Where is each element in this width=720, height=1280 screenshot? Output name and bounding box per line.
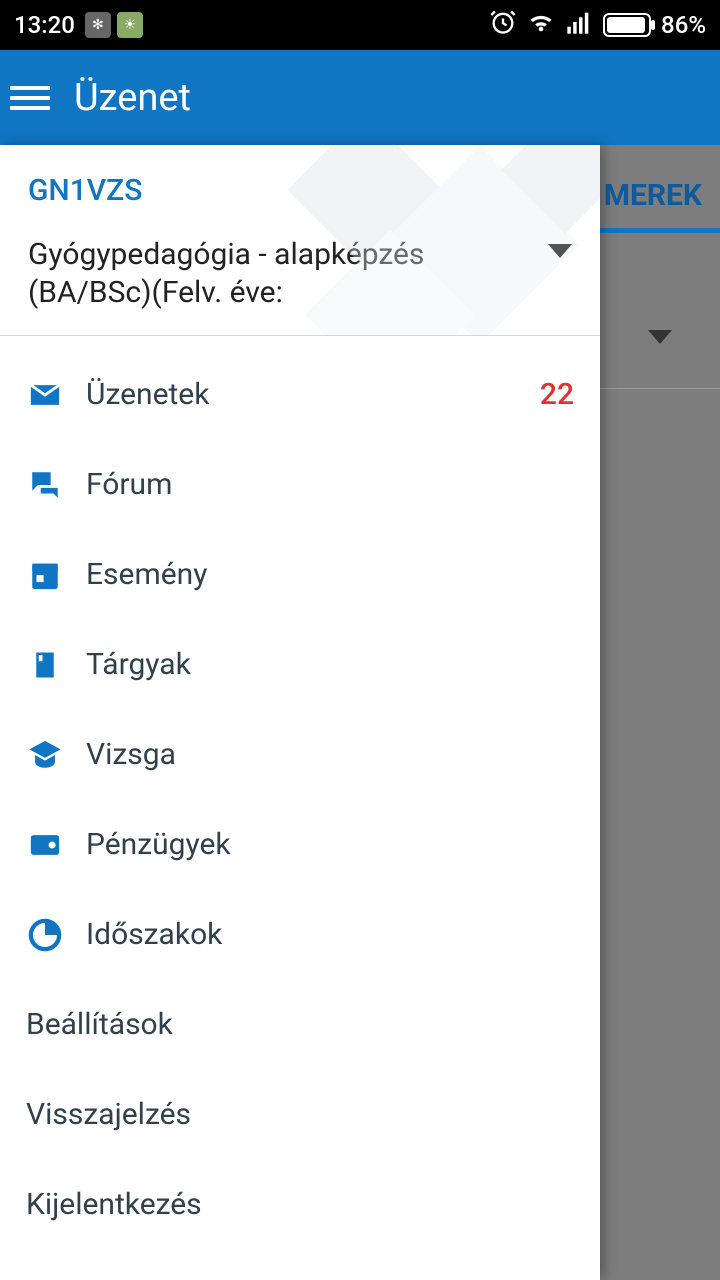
- app-bar: Üzenet: [0, 50, 720, 145]
- drawer-menu: Üzenetek 22 Fórum Esemény Tárgyak: [0, 336, 600, 980]
- background-dropdown-caret: [648, 330, 672, 344]
- graduation-icon: [26, 736, 64, 774]
- menu-label: Pénzügyek: [86, 827, 231, 862]
- menu-item-settings[interactable]: Beállítások: [26, 980, 574, 1070]
- menu-label: Visszajelzés: [26, 1097, 191, 1132]
- menu-item-subjects[interactable]: Tárgyak: [0, 620, 600, 710]
- menu-item-exams[interactable]: Vizsga: [0, 710, 600, 800]
- status-bar: 13:20 ✻ ☀ 86%: [0, 0, 720, 50]
- battery-icon: [603, 13, 651, 37]
- mail-icon: [26, 376, 64, 414]
- forum-icon: [26, 466, 64, 504]
- menu-label: Kijelentkezés: [26, 1187, 202, 1222]
- menu-item-messages[interactable]: Üzenetek 22: [0, 350, 600, 440]
- menu-button[interactable]: [10, 86, 50, 110]
- menu-item-forum[interactable]: Fórum: [0, 440, 600, 530]
- background-divider: [600, 388, 720, 389]
- background-tab-fragment: MEREK: [604, 178, 702, 213]
- menu-item-periods[interactable]: Időszakok: [0, 890, 600, 980]
- menu-label: Esemény: [86, 557, 207, 592]
- menu-item-feedback[interactable]: Visszajelzés: [26, 1070, 574, 1160]
- status-notif-icon: ✻: [85, 12, 111, 38]
- menu-label: Tárgyak: [86, 647, 191, 682]
- menu-label: Üzenetek: [86, 377, 209, 412]
- calendar-icon: [26, 556, 64, 594]
- status-time: 13:20: [14, 11, 75, 39]
- menu-label: Vizsga: [86, 737, 176, 772]
- book-icon: [26, 646, 64, 684]
- clock-icon: [26, 916, 64, 954]
- alarm-icon: [489, 8, 517, 42]
- drawer-secondary: Beállítások Visszajelzés Kijelentkezés: [0, 980, 600, 1250]
- menu-item-logout[interactable]: Kijelentkezés: [26, 1160, 574, 1250]
- battery-percent: 86%: [661, 11, 706, 39]
- menu-item-finances[interactable]: Pénzügyek: [0, 800, 600, 890]
- menu-item-events[interactable]: Esemény: [0, 530, 600, 620]
- status-notif-icon: ☀: [117, 12, 143, 38]
- drawer-header: GN1VZS Gyógypedagógia - alapképzés (BA/B…: [0, 145, 600, 336]
- wifi-icon: [527, 8, 555, 42]
- signal-icon: [565, 8, 593, 42]
- nav-drawer: GN1VZS Gyógypedagógia - alapképzés (BA/B…: [0, 145, 600, 1280]
- page-title: Üzenet: [74, 76, 191, 120]
- menu-label: Beállítások: [26, 1007, 173, 1042]
- menu-label: Időszakok: [86, 917, 222, 952]
- decorative-cubes: [270, 145, 600, 336]
- menu-label: Fórum: [86, 467, 172, 502]
- wallet-icon: [26, 826, 64, 864]
- unread-badge: 22: [540, 377, 574, 412]
